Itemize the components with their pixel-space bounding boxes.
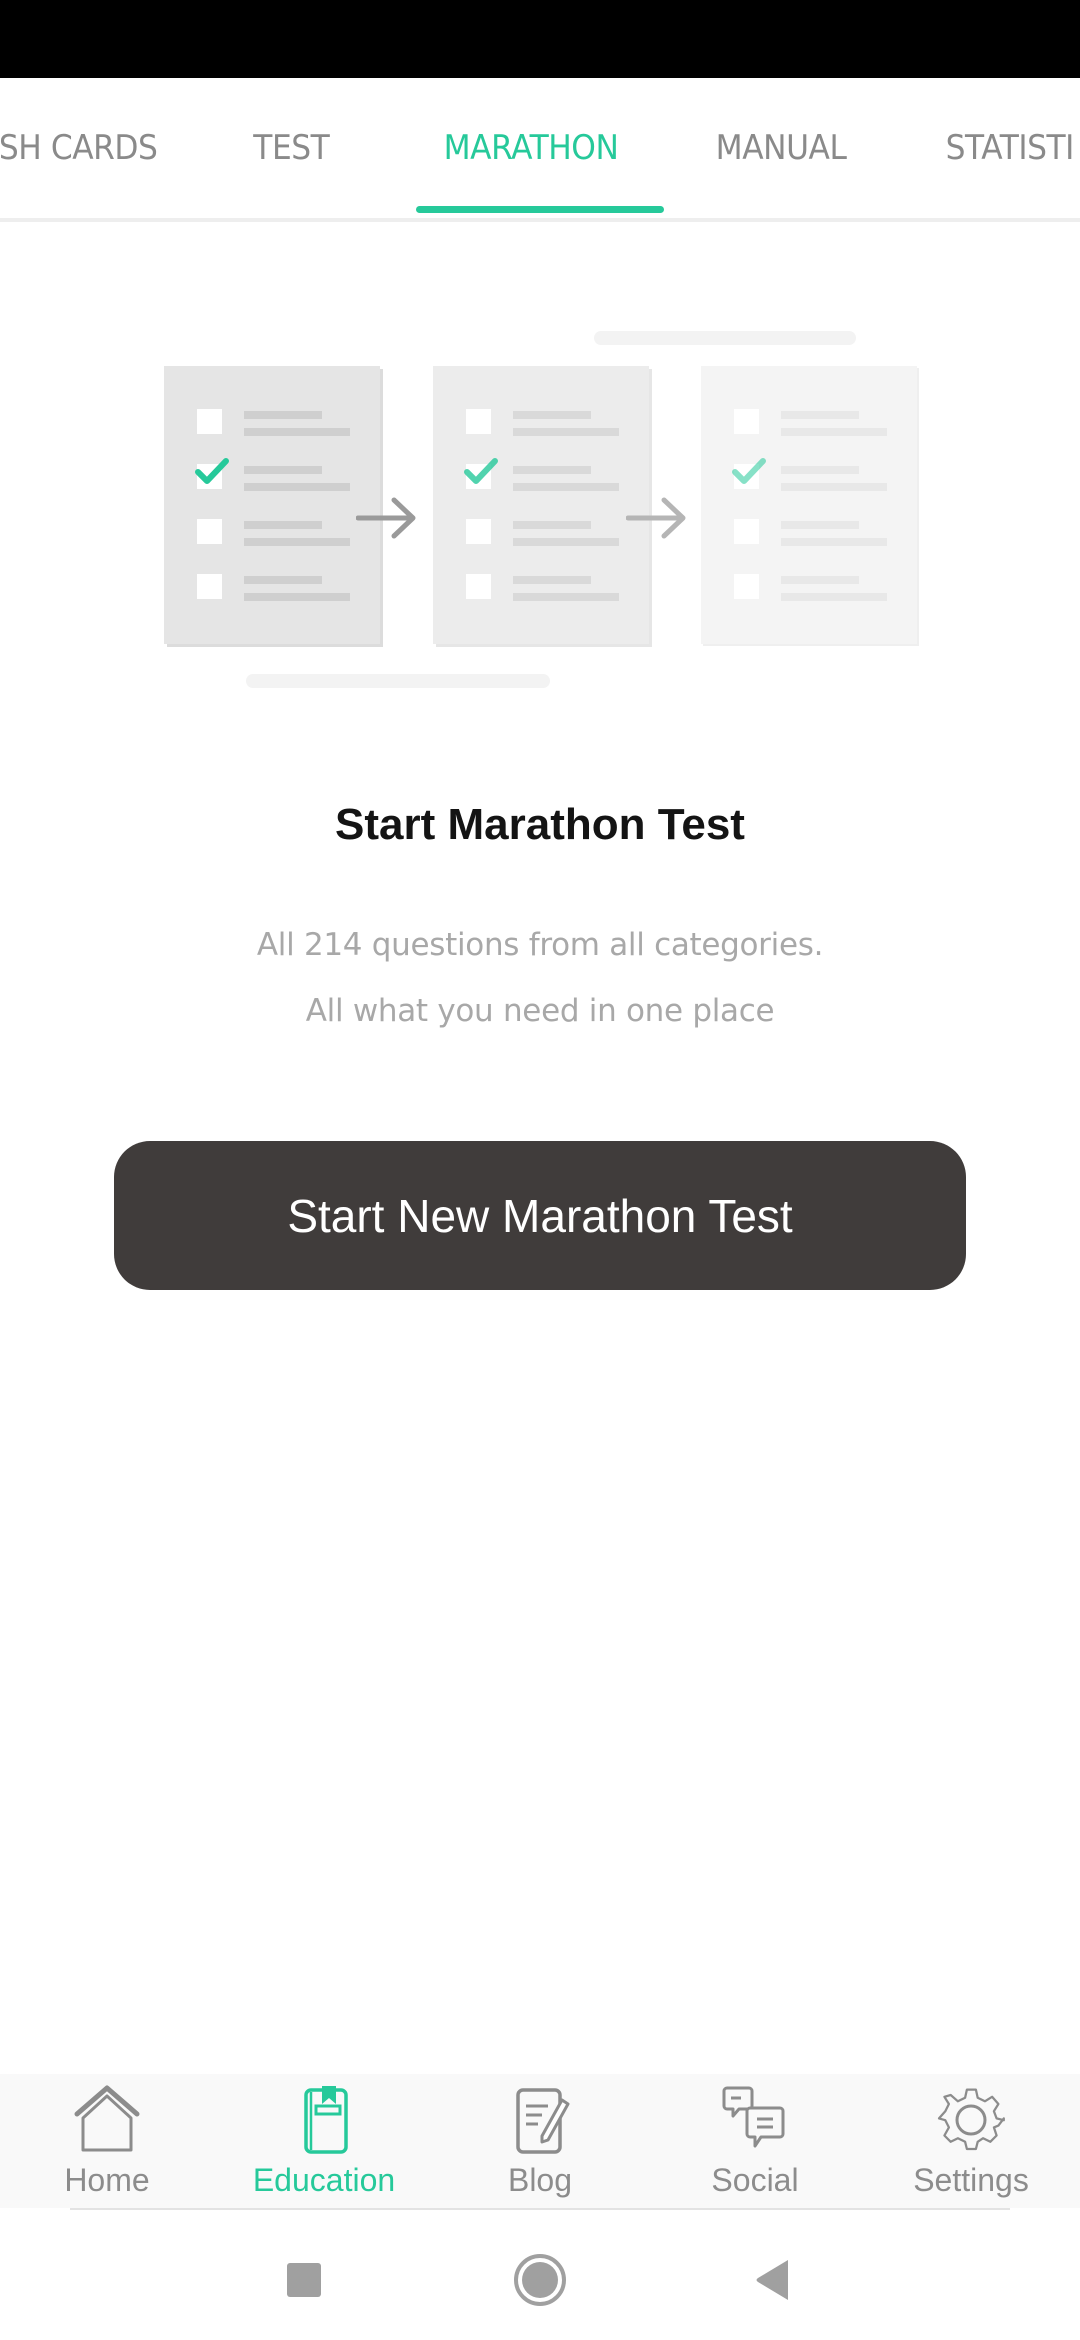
system-navigation-bar bbox=[0, 2212, 1080, 2340]
home-icon bbox=[74, 2085, 140, 2152]
home-circle-icon bbox=[514, 2254, 566, 2306]
sheet-text-line bbox=[244, 411, 322, 419]
back-icon bbox=[756, 2260, 788, 2300]
sheet-checkbox bbox=[466, 409, 491, 434]
marathon-illustration bbox=[0, 0, 1080, 720]
sheet-text-line bbox=[244, 593, 350, 601]
nav-label-home: Home bbox=[64, 2162, 150, 2198]
sheet-text-line bbox=[513, 466, 591, 474]
book-icon bbox=[304, 2086, 348, 2154]
nav-item-home[interactable]: Home bbox=[7, 2084, 207, 2208]
sheet-checkbox bbox=[197, 409, 222, 434]
nav-item-education[interactable]: Education bbox=[224, 2084, 424, 2208]
chat-bubbles-icon bbox=[722, 2086, 785, 2148]
question-sheet-2 bbox=[433, 366, 649, 644]
bottom-nav: Home Education Blog Social Settings bbox=[0, 2074, 1080, 2208]
nav-item-social[interactable]: Social bbox=[655, 2084, 855, 2208]
sheet-text-line bbox=[781, 428, 887, 436]
sheet-text-line bbox=[781, 576, 859, 584]
gear-icon bbox=[937, 2088, 1005, 2151]
checkmark-icon bbox=[732, 458, 766, 484]
nav-label-settings: Settings bbox=[913, 2162, 1029, 2198]
sheet-text-line bbox=[513, 538, 619, 546]
sheet-text-line bbox=[513, 593, 619, 601]
sheet-text-line bbox=[781, 538, 887, 546]
sheet-text-line bbox=[781, 466, 859, 474]
sheet-text-line bbox=[244, 483, 350, 491]
back-button[interactable] bbox=[742, 2250, 802, 2310]
home-button[interactable] bbox=[510, 2250, 570, 2310]
sheet-text-line bbox=[244, 576, 322, 584]
sheet-text-line bbox=[513, 483, 619, 491]
page-title: Start Marathon Test bbox=[335, 800, 745, 849]
arrow-right-icon bbox=[356, 497, 416, 539]
nav-label-education: Education bbox=[252, 2162, 396, 2198]
start-marathon-button[interactable]: Start New Marathon Test bbox=[114, 1141, 966, 1290]
sheet-text-line bbox=[244, 521, 322, 529]
recents-button[interactable] bbox=[274, 2250, 334, 2310]
nav-item-blog[interactable]: Blog bbox=[440, 2084, 640, 2208]
illustration-bar-top bbox=[594, 331, 856, 345]
arrow-right-icon bbox=[626, 497, 686, 539]
subtitle-line-1: All 214 questions from all categories. bbox=[256, 927, 824, 963]
question-sheet-3 bbox=[701, 366, 917, 644]
sheet-text-line bbox=[781, 593, 887, 601]
sheet-text-line bbox=[244, 428, 350, 436]
sheet-text-line bbox=[781, 521, 859, 529]
bottom-nav-divider bbox=[70, 2208, 1010, 2210]
blog-edit-icon bbox=[516, 2088, 570, 2154]
sheet-text-line bbox=[781, 411, 859, 419]
nav-label-social: Social bbox=[711, 2162, 799, 2198]
sheet-text-line bbox=[244, 538, 350, 546]
sheet-text-line bbox=[513, 576, 591, 584]
sheet-checkbox bbox=[197, 519, 222, 544]
sheet-checkbox bbox=[734, 409, 759, 434]
nav-label-blog: Blog bbox=[507, 2162, 573, 2198]
checkmark-icon bbox=[195, 458, 229, 484]
sheet-checkbox bbox=[734, 519, 759, 544]
sheet-checkbox bbox=[466, 519, 491, 544]
illustration-bar-bottom bbox=[246, 674, 550, 688]
nav-item-settings[interactable]: Settings bbox=[871, 2084, 1071, 2208]
question-sheet-1 bbox=[164, 366, 380, 644]
sheet-text-line bbox=[513, 521, 591, 529]
sheet-checkbox bbox=[197, 574, 222, 599]
sheet-checkbox bbox=[466, 574, 491, 599]
sheet-text-line bbox=[244, 466, 322, 474]
sheet-text-line bbox=[781, 483, 887, 491]
recents-icon bbox=[287, 2263, 321, 2297]
subtitle-line-2: All what you need in one place bbox=[305, 993, 775, 1029]
checkmark-icon bbox=[464, 458, 498, 484]
sheet-text-line bbox=[513, 428, 619, 436]
sheet-checkbox bbox=[734, 574, 759, 599]
sheet-text-line bbox=[513, 411, 591, 419]
